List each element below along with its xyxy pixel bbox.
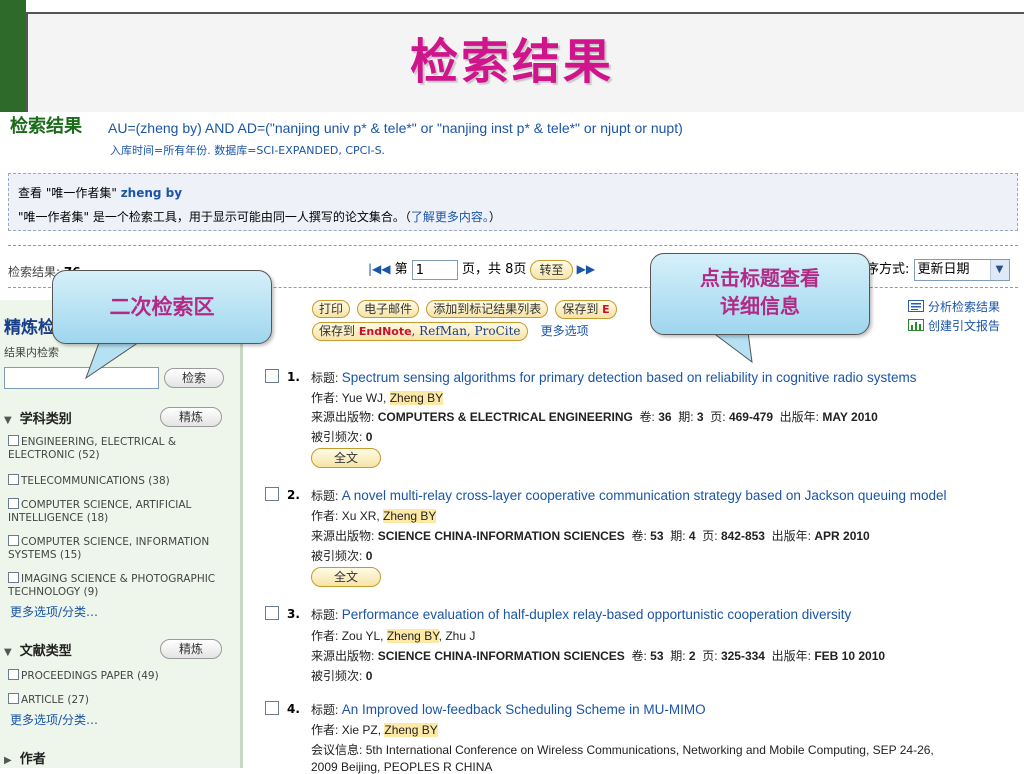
callout-pointers [84, 331, 753, 380]
refine-area-callout-text: 二次检索区 [109, 294, 215, 319]
click-title-callout-line2: 详细信息 [720, 294, 800, 318]
click-title-callout: 点击标题查看 详细信息 [650, 253, 870, 335]
click-title-callout-line1: 点击标题查看 [700, 266, 820, 290]
refine-callout-pointer [84, 339, 144, 380]
title-callout-pointer [710, 331, 753, 364]
refine-area-callout: 二次检索区 [52, 270, 272, 344]
